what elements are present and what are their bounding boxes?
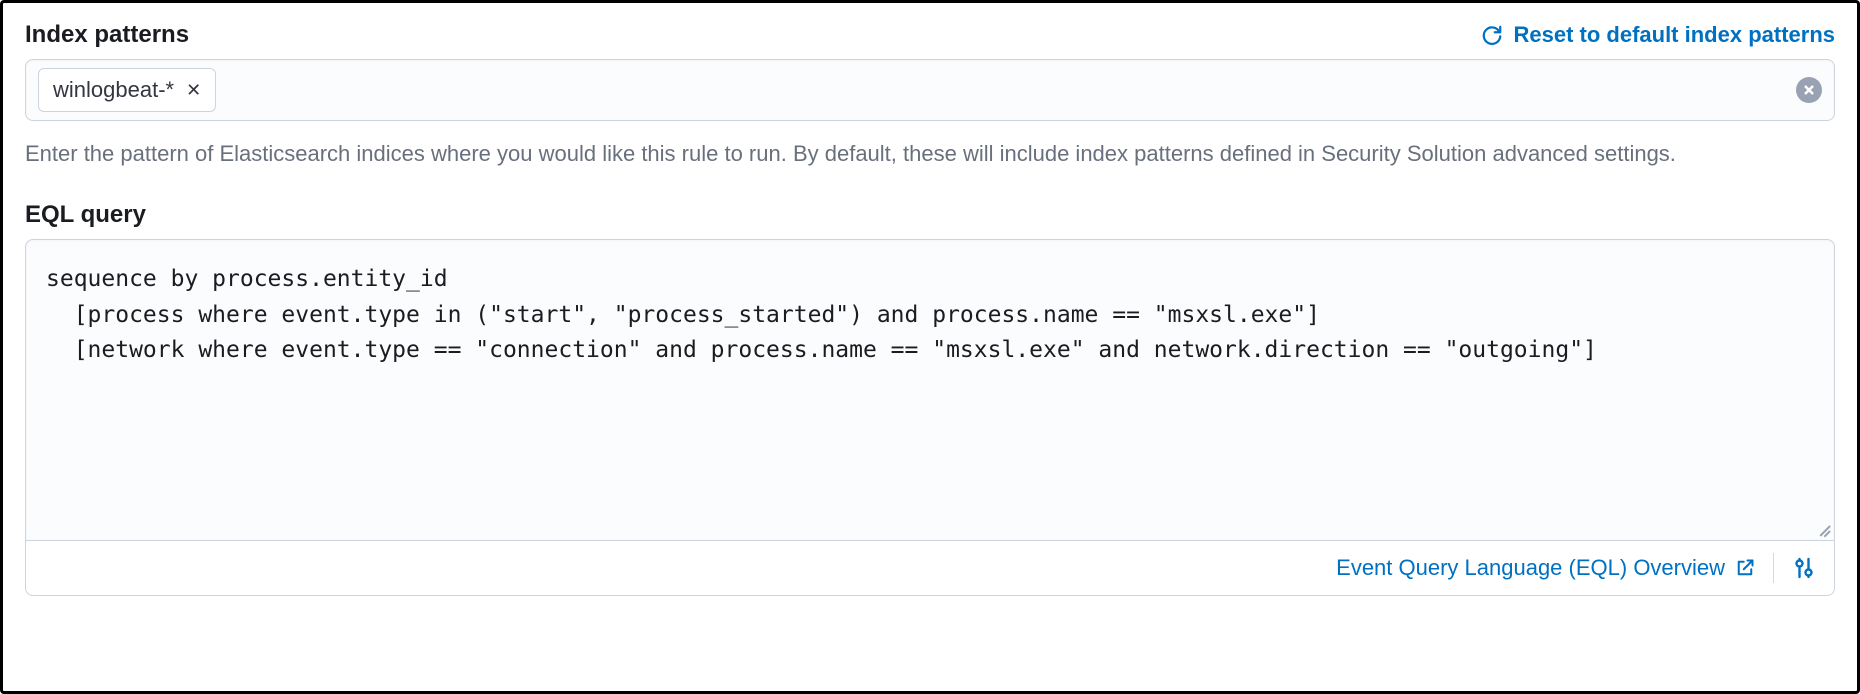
index-pattern-pill-text: winlogbeat-* [53, 77, 174, 103]
eql-settings-button[interactable] [1792, 556, 1816, 580]
reset-index-patterns-text: Reset to default index patterns [1513, 22, 1835, 48]
external-link-icon [1735, 558, 1755, 578]
sliders-icon [1792, 556, 1816, 580]
divider [1773, 553, 1774, 583]
remove-pill-icon[interactable]: ✕ [186, 81, 201, 99]
index-patterns-label: Index patterns [25, 21, 189, 49]
eql-footer-bar: Event Query Language (EQL) Overview [25, 541, 1835, 596]
resize-handle[interactable] [1816, 522, 1830, 536]
close-icon [1803, 84, 1815, 96]
index-pattern-pill[interactable]: winlogbeat-* ✕ [38, 68, 216, 112]
refresh-icon [1481, 24, 1503, 46]
eql-query-text: sequence by process.entity_id [process w… [46, 266, 1597, 363]
eql-overview-link[interactable]: Event Query Language (EQL) Overview [1336, 555, 1755, 581]
eql-query-editor[interactable]: sequence by process.entity_id [process w… [25, 239, 1835, 541]
index-patterns-input[interactable]: winlogbeat-* ✕ [25, 59, 1835, 121]
clear-all-button[interactable] [1796, 77, 1822, 103]
index-patterns-help-text: Enter the pattern of Elasticsearch indic… [25, 137, 1805, 171]
rule-definition-panel: Index patterns Reset to default index pa… [0, 0, 1860, 694]
index-patterns-header: Index patterns Reset to default index pa… [25, 21, 1835, 49]
eql-query-label: EQL query [25, 201, 1835, 229]
reset-index-patterns-link[interactable]: Reset to default index patterns [1481, 22, 1835, 48]
index-patterns-pills: winlogbeat-* ✕ [38, 68, 216, 112]
eql-overview-text: Event Query Language (EQL) Overview [1336, 555, 1725, 581]
